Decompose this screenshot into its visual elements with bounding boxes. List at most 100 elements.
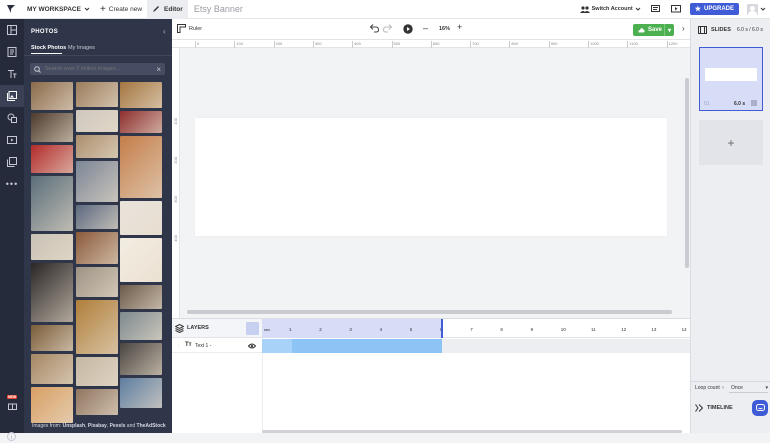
zoom-out-button[interactable]: – — [423, 24, 428, 33]
upgrade-button[interactable]: ★ UPGRADE — [689, 3, 739, 15]
photo-thumbnail[interactable] — [76, 82, 118, 107]
create-new-label: Create new — [108, 5, 143, 13]
photo-thumbnail[interactable] — [120, 285, 162, 309]
app-logo[interactable] — [0, 0, 22, 19]
zoom-in-button[interactable]: + — [457, 23, 462, 32]
photo-thumbnail[interactable] — [120, 111, 162, 133]
save-options-caret[interactable]: ▾ — [663, 24, 674, 36]
slide-preview — [705, 68, 757, 81]
vertical-scrollbar[interactable] — [685, 78, 689, 268]
time-tick-label: 12 — [621, 327, 627, 332]
photo-thumbnail[interactable] — [76, 205, 118, 229]
loop-count-select[interactable]: Once ▾ — [729, 383, 768, 393]
layer-row[interactable]: ⋮ Tт Text 1 - — [172, 339, 262, 353]
chevron-left-icon: ‹ — [163, 27, 166, 36]
uploads-tool-button[interactable] — [0, 151, 24, 173]
playhead-control[interactable] — [246, 322, 259, 335]
photo-thumbnail[interactable] — [76, 161, 118, 202]
photo-thumbnail[interactable] — [120, 343, 162, 375]
photo-thumbnail[interactable] — [31, 176, 73, 231]
photo-thumbnail[interactable] — [31, 263, 73, 322]
time-tick-label: 1 — [289, 327, 292, 332]
credit-theadstock[interactable]: TheAdStock — [137, 423, 166, 429]
drag-handle-icon[interactable]: ⋮ — [176, 342, 181, 348]
photo-thumbnail[interactable] — [31, 354, 73, 384]
photo-thumbnail[interactable] — [76, 135, 118, 158]
expand-right-panel-button[interactable]: › — [682, 24, 685, 33]
time-tick-label: 3 — [349, 327, 352, 332]
chevron-right-icon: › — [682, 24, 685, 33]
star-icon: ★ — [694, 6, 701, 13]
credit-pixabay[interactable]: Pixabay — [88, 423, 107, 429]
undo-icon — [369, 24, 380, 33]
ruler-toggle[interactable]: Ruler — [177, 24, 202, 33]
create-new-button[interactable]: + Create new — [95, 0, 147, 19]
media-tool-button[interactable] — [0, 129, 24, 151]
undo-button[interactable] — [369, 24, 380, 35]
info-button[interactable] — [7, 432, 17, 442]
messages-icon — [650, 4, 660, 12]
photo-thumbnail[interactable] — [76, 300, 118, 354]
save-button[interactable]: Save ▾ — [633, 24, 674, 36]
chat-support-button[interactable] — [752, 400, 768, 416]
photo-thumbnail[interactable] — [120, 312, 162, 340]
switch-account-button[interactable]: Switch Account — [575, 0, 646, 19]
tab-stock-photos[interactable]: Stock Photos — [31, 45, 66, 51]
credit-pexels[interactable]: Pexels — [110, 423, 126, 429]
text-tool-button[interactable] — [0, 63, 24, 85]
workspace-menu[interactable]: MY WORKSPACE — [22, 0, 95, 19]
zoom-level[interactable]: 16% — [439, 26, 450, 32]
chevron-down-icon — [760, 7, 766, 11]
photo-thumbnail[interactable] — [120, 378, 162, 408]
clear-search-icon[interactable]: × — [156, 65, 161, 74]
ruler-tick-label: 500 — [391, 41, 401, 48]
photo-thumbnail[interactable] — [31, 145, 73, 173]
whats-new-button[interactable]: NEW — [7, 395, 19, 411]
eye-icon[interactable] — [248, 343, 256, 349]
photo-thumbnail[interactable] — [120, 238, 162, 282]
design-canvas[interactable] — [195, 118, 667, 236]
photo-thumbnail[interactable] — [76, 267, 118, 297]
document-title[interactable]: Etsy Banner — [194, 4, 243, 14]
more-tools-button[interactable]: ••• — [0, 173, 24, 195]
tab-my-images[interactable]: My Images — [68, 45, 95, 51]
ruler-tick-label: 600 — [430, 41, 440, 48]
canvas-workspace — [172, 48, 690, 318]
chat-icon — [755, 404, 765, 411]
slide-thumbnail[interactable]: 01 6.0 s — [699, 47, 763, 111]
help-icon[interactable]: ? — [722, 386, 724, 390]
templates-tool-button[interactable] — [0, 41, 24, 63]
photo-thumbnail[interactable] — [120, 201, 162, 235]
photos-tool-button[interactable] — [0, 85, 24, 107]
playhead[interactable] — [441, 319, 443, 338]
photo-thumbnail[interactable] — [76, 232, 118, 264]
collapse-panel-button[interactable]: ‹ — [163, 27, 166, 36]
credit-unsplash[interactable]: Unsplash — [63, 423, 86, 429]
messages-button[interactable] — [646, 0, 666, 19]
slide-options-icon[interactable] — [751, 100, 757, 106]
photo-thumbnail[interactable] — [76, 110, 118, 132]
search-input[interactable] — [45, 66, 145, 72]
photo-thumbnail[interactable] — [120, 136, 162, 198]
photo-thumbnail[interactable] — [76, 389, 118, 415]
elements-tool-button[interactable] — [0, 107, 24, 129]
photo-thumbnail[interactable] — [31, 234, 73, 260]
redo-button[interactable] — [382, 24, 393, 35]
layer-clip[interactable] — [262, 339, 442, 353]
photo-thumbnail[interactable] — [120, 82, 162, 108]
play-button[interactable] — [403, 24, 413, 36]
timeline-toggle-button[interactable]: TIMELINE — [695, 404, 733, 412]
photo-thumbnail[interactable] — [31, 387, 73, 423]
photo-thumbnail[interactable] — [31, 82, 73, 110]
photo-thumbnail[interactable] — [31, 113, 73, 142]
present-button[interactable] — [666, 0, 686, 19]
clip-in-animation[interactable] — [262, 339, 292, 353]
account-menu[interactable] — [743, 0, 770, 19]
editor-tab[interactable]: Editor — [147, 0, 188, 19]
ruler-tick-label: 1000 — [588, 41, 599, 48]
layout-tool-button[interactable] — [0, 19, 24, 41]
photo-thumbnail[interactable] — [31, 325, 73, 351]
add-slide-button[interactable]: + — [699, 120, 763, 165]
photo-thumbnail[interactable] — [76, 357, 118, 386]
horizontal-scrollbar[interactable] — [187, 310, 672, 314]
